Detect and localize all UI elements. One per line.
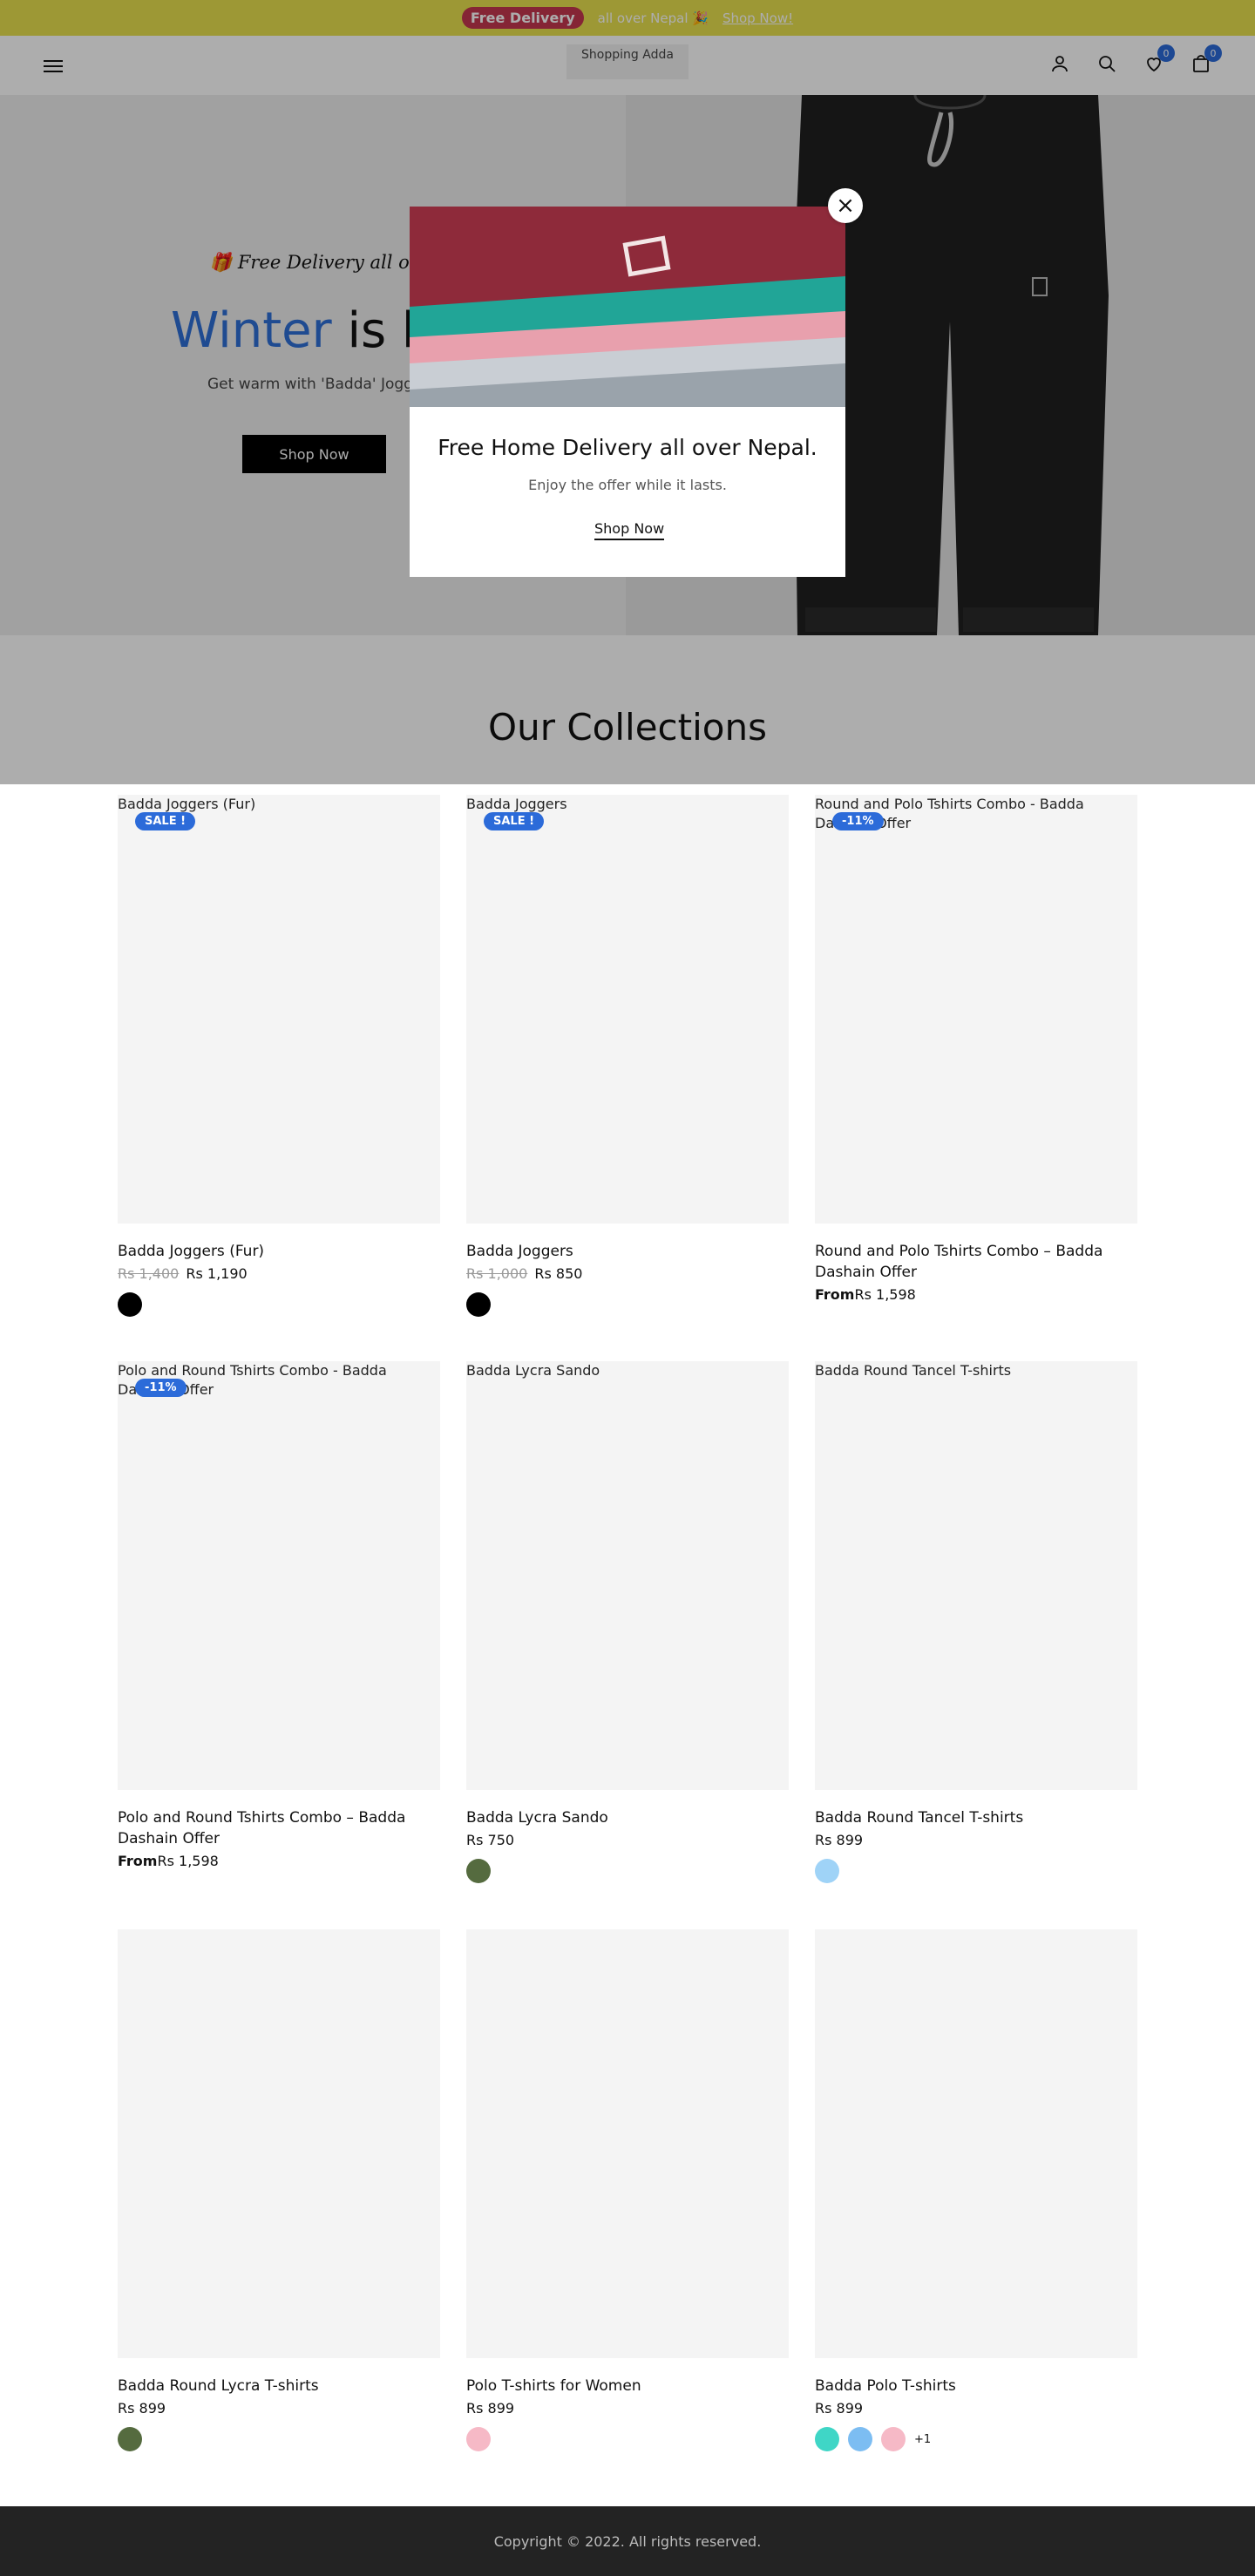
color-swatches — [815, 1859, 1137, 1883]
color-swatch[interactable] — [118, 2427, 142, 2451]
current-price: Rs 899 — [466, 2400, 515, 2417]
product-image[interactable]: Badda Joggers SALE ! — [466, 795, 789, 1224]
color-swatch[interactable] — [466, 1859, 491, 1883]
current-price: Rs 899 — [118, 2400, 166, 2417]
sale-badge: -11% — [832, 812, 884, 830]
modal-title: Free Home Delivery all over Nepal. — [438, 435, 817, 460]
color-swatch[interactable] — [466, 1292, 491, 1317]
current-price: Rs 899 — [815, 1832, 864, 1848]
current-price: Rs 1,598 — [157, 1853, 219, 1869]
product-price: FromRs 1,598 — [815, 1286, 1137, 1303]
product-name[interactable]: Badda Round Tancel T-shirts — [815, 1807, 1137, 1828]
copyright-text: Copyright © 2022. All rights reserved. — [493, 2532, 762, 2550]
modal-shop-link[interactable]: Shop Now — [594, 520, 665, 540]
current-price: Rs 1,190 — [186, 1265, 248, 1282]
product-image[interactable]: Badda Lycra Sando — [466, 1361, 789, 1790]
product-name[interactable]: Badda Round Lycra T-shirts — [118, 2376, 440, 2396]
price-from-label: From — [815, 1286, 855, 1303]
color-swatch[interactable] — [815, 2427, 839, 2451]
product-image[interactable]: Badda Round Tancel T-shirts — [815, 1361, 1137, 1790]
product-image[interactable]: Badda Joggers (Fur) SALE ! — [118, 795, 440, 1224]
color-swatches: +1 — [815, 2427, 1137, 2451]
product-image-alt: Badda Round Tancel T-shirts — [815, 1362, 1012, 1379]
product-card[interactable]: Badda Round Lycra T-shirts Rs 899 — [118, 1929, 440, 2451]
color-swatches — [118, 2427, 440, 2451]
current-price: Rs 750 — [466, 1832, 515, 1848]
color-swatch[interactable] — [466, 2427, 491, 2451]
product-price: Rs 899 — [466, 2400, 789, 2417]
product-name[interactable]: Badda Polo T-shirts — [815, 2376, 1137, 2396]
product-price: Rs 1,400 Rs 1,190 — [118, 1265, 440, 1282]
product-card[interactable]: Round and Polo Tshirts Combo - Badda Das… — [815, 795, 1137, 1303]
product-name[interactable]: Badda Lycra Sando — [466, 1807, 789, 1828]
product-image[interactable] — [118, 1929, 440, 2358]
product-image[interactable]: Round and Polo Tshirts Combo - Badda Das… — [815, 795, 1137, 1224]
current-price: Rs 1,598 — [854, 1286, 916, 1303]
product-image-alt: Badda Joggers (Fur) — [118, 796, 256, 812]
sale-badge: -11% — [135, 1379, 187, 1397]
site-footer: Copyright © 2022. All rights reserved. — [0, 2506, 1255, 2576]
color-swatches — [466, 1292, 789, 1317]
price-from-label: From — [118, 1853, 158, 1869]
product-name[interactable]: Badda Joggers — [466, 1241, 789, 1262]
color-swatches — [118, 1292, 440, 1317]
product-image-alt: Badda Lycra Sando — [466, 1362, 600, 1379]
sale-badge: SALE ! — [135, 812, 196, 830]
current-price: Rs 899 — [815, 2400, 864, 2417]
current-price: Rs 850 — [534, 1265, 583, 1282]
product-price: Rs 899 — [118, 2400, 440, 2417]
product-price: Rs 750 — [466, 1832, 789, 1848]
product-name[interactable]: Polo T-shirts for Women — [466, 2376, 789, 2396]
color-swatch[interactable] — [881, 2427, 906, 2451]
close-icon[interactable]: × — [828, 188, 863, 223]
product-price: Rs 899 — [815, 1832, 1137, 1848]
product-card[interactable]: Badda Round Tancel T-shirts Badda Round T… — [815, 1361, 1137, 1883]
modal-subtitle: Enjoy the offer while it lasts. — [528, 477, 727, 493]
old-price: Rs 1,000 — [466, 1265, 528, 1282]
old-price: Rs 1,400 — [118, 1265, 180, 1282]
modal-image — [410, 207, 845, 407]
product-card[interactable]: Polo T-shirts for Women Rs 899 — [466, 1929, 789, 2451]
color-swatches — [466, 2427, 789, 2451]
product-card[interactable]: Badda Joggers (Fur) SALE ! Badda Joggers (… — [118, 795, 440, 1317]
product-card[interactable]: Badda Polo T-shirts Rs 899 +1 — [815, 1929, 1137, 2451]
product-price: Rs 899 — [815, 2400, 1137, 2417]
product-price: FromRs 1,598 — [118, 1853, 440, 1869]
product-image[interactable] — [815, 1929, 1137, 2358]
more-swatches[interactable]: +1 — [914, 2433, 931, 2446]
promo-modal: Free Home Delivery all over Nepal. Enjoy… — [410, 207, 845, 577]
product-price: Rs 1,000 Rs 850 — [466, 1265, 789, 1282]
product-card[interactable]: Polo and Round Tshirts Combo - Badda Das… — [118, 1361, 440, 1869]
product-name[interactable]: Polo and Round Tshirts Combo – Badda Das… — [118, 1807, 440, 1849]
color-swatches — [466, 1859, 789, 1883]
color-swatch[interactable] — [118, 1292, 142, 1317]
product-name[interactable]: Round and Polo Tshirts Combo – Badda Das… — [815, 1241, 1137, 1283]
product-image-alt: Badda Joggers — [466, 796, 567, 812]
product-card[interactable]: Badda Lycra Sando Badda Lycra Sando Rs 750 — [466, 1361, 789, 1883]
product-card[interactable]: Badda Joggers SALE ! Badda Joggers Rs 1,000… — [466, 795, 789, 1317]
product-image[interactable]: Polo and Round Tshirts Combo - Badda Das… — [118, 1361, 440, 1790]
product-image[interactable] — [466, 1929, 789, 2358]
sale-badge: SALE ! — [484, 812, 545, 830]
product-name[interactable]: Badda Joggers (Fur) — [118, 1241, 440, 1262]
color-swatch[interactable] — [815, 1859, 839, 1883]
color-swatch[interactable] — [848, 2427, 872, 2451]
